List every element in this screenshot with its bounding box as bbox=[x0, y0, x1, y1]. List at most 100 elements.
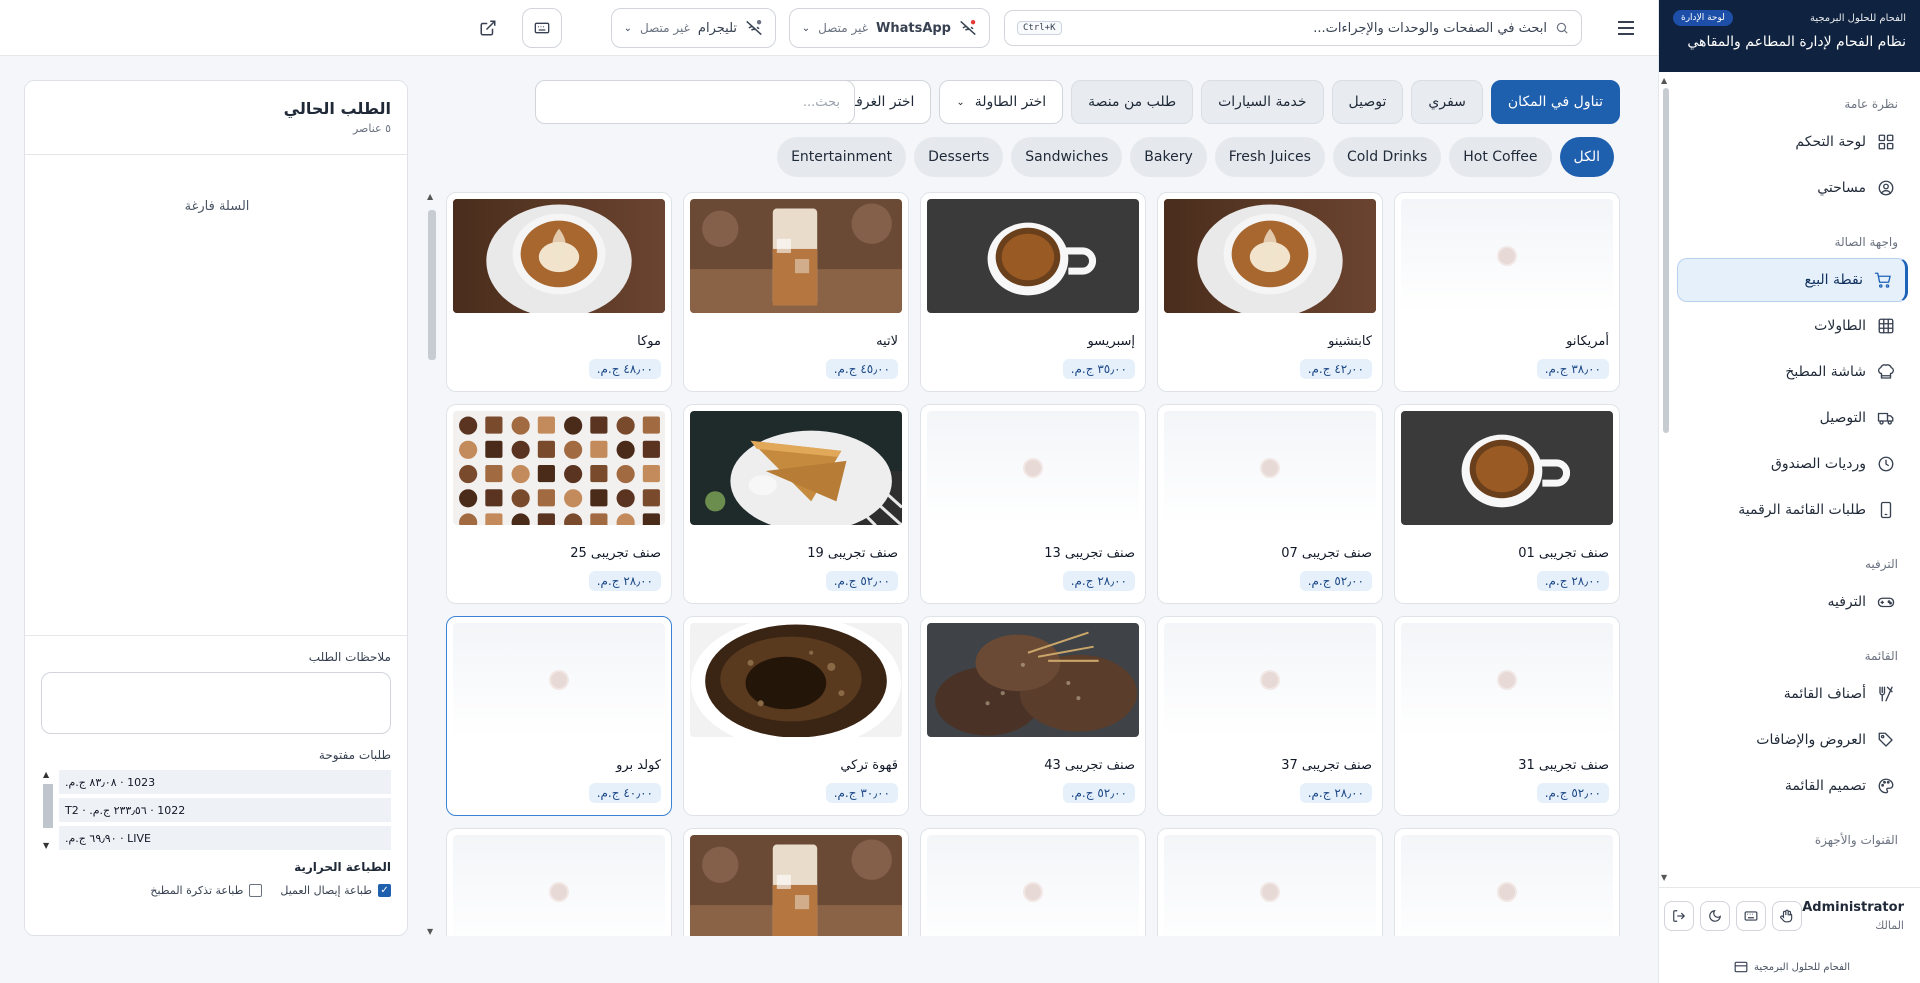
sidebar-item-label: وردیات الصندوق bbox=[1770, 456, 1866, 472]
keyboard-button[interactable] bbox=[1736, 901, 1767, 931]
sidebar-item[interactable]: شاشة المطبخ bbox=[1677, 350, 1908, 394]
palette-icon bbox=[1876, 776, 1896, 796]
product-name: صنف تجريبى 13 bbox=[1044, 546, 1135, 561]
product-price: ٢٨٫٠٠ ج.م. bbox=[588, 571, 661, 591]
global-search-input[interactable]: ابحث في الصفحات والوحدات والإجراءات... C… bbox=[1004, 10, 1582, 46]
product-image bbox=[690, 199, 902, 313]
moon-icon bbox=[1709, 910, 1722, 922]
product-card[interactable]: أمريكانو ٣٨٫٠٠ ج.م. bbox=[1394, 192, 1620, 392]
order-notes-input[interactable] bbox=[41, 672, 391, 734]
product-image bbox=[927, 835, 1139, 936]
product-card[interactable] bbox=[446, 828, 672, 936]
checkmark-icon: ✓ bbox=[378, 884, 391, 897]
open-orders-scrollbar[interactable]: ▲ ▼ bbox=[41, 770, 55, 850]
product-image bbox=[1401, 835, 1613, 936]
product-card[interactable] bbox=[683, 828, 909, 936]
chevron-down-icon: ⌄ bbox=[956, 96, 965, 108]
dashboard-icon bbox=[1876, 132, 1896, 152]
keyboard-icon bbox=[1744, 911, 1758, 921]
dark-mode-button[interactable] bbox=[1700, 901, 1731, 931]
sidebar-item[interactable]: طلبات القائمة الرقمية bbox=[1677, 488, 1908, 532]
menu-toggle-button[interactable] bbox=[1612, 14, 1640, 42]
order-type-delivery[interactable]: توصيل bbox=[1331, 80, 1404, 124]
sidebar-footer: Administrator المالك الفحام للحلول البرم… bbox=[1659, 887, 1920, 983]
product-card[interactable]: صنف تجريبى 37 ٢٨٫٠٠ ج.م. bbox=[1157, 616, 1383, 816]
sidebar-item[interactable]: أصناف القائمة bbox=[1677, 672, 1908, 716]
product-card[interactable]: صنف تجريبى 25 ٢٨٫٠٠ ج.م. bbox=[446, 404, 672, 604]
category-tab[interactable]: Entertainment bbox=[777, 137, 907, 177]
product-card[interactable]: صنف تجريبى 43 ٥٢٫٠٠ ج.م. bbox=[920, 616, 1146, 816]
product-name: صنف تجريبى 19 bbox=[807, 546, 898, 561]
chevron-down-icon: ⌄ bbox=[801, 22, 811, 34]
sidebar-item[interactable]: تصميم القائمة bbox=[1677, 764, 1908, 808]
admin-badge[interactable]: لوحة الإدارة bbox=[1673, 10, 1733, 26]
product-card[interactable]: إسبريسو ٣٥٫٠٠ ج.م. bbox=[920, 192, 1146, 392]
sidebar-item[interactable]: نقطة البيع bbox=[1677, 258, 1908, 302]
product-grid-scrollbar[interactable]: ▲ ▼ bbox=[426, 192, 438, 936]
product-card[interactable] bbox=[1157, 828, 1383, 936]
open-order-item[interactable]: 1022 · ٢٣٣٫٥٦ ج.م. · T2 bbox=[59, 798, 391, 822]
order-type-takeaway[interactable]: سفري bbox=[1411, 80, 1483, 124]
tag-icon bbox=[1876, 730, 1896, 750]
product-card[interactable]: كولد برو ٤٠٫٠٠ ج.م. bbox=[446, 616, 672, 816]
category-tab[interactable]: Fresh Juices bbox=[1214, 137, 1325, 177]
sidebar-item[interactable]: لوحة التحكم bbox=[1677, 120, 1908, 164]
sidebar-item[interactable]: العروض والإضافات bbox=[1677, 718, 1908, 762]
product-grid-wrapper: أمريكانو ٣٨٫٠٠ ج.م. كابتشينو ٤٢٫٠٠ ج.م. إسبر… bbox=[420, 192, 1620, 936]
whatsapp-status-button[interactable]: WhatsApp غير متصل ⌄ bbox=[788, 8, 990, 48]
sidebar-item-label: الترفيه bbox=[1827, 594, 1866, 610]
sidebar-item-label: الطاولات bbox=[1814, 318, 1866, 334]
category-tab[interactable]: Sandwiches bbox=[1011, 137, 1123, 177]
category-tab[interactable]: Hot Coffee bbox=[1449, 137, 1552, 177]
product-card[interactable]: صنف تجريبى 19 ٥٢٫٠٠ ج.م. bbox=[683, 404, 909, 604]
product-card[interactable]: صنف تجريبى 13 ٢٨٫٠٠ ج.م. bbox=[920, 404, 1146, 604]
sidebar-scrollbar[interactable]: ▲ ▼ bbox=[1661, 76, 1671, 882]
category-tab[interactable]: الكل bbox=[1559, 137, 1614, 177]
open-order-item[interactable]: LIVE · ٦٩٫٩٠ ج.م. bbox=[59, 826, 391, 850]
sidebar-item[interactable]: وردیات الصندوق bbox=[1677, 442, 1908, 486]
sidebar-item[interactable]: الطاولات bbox=[1677, 304, 1908, 348]
product-image bbox=[1164, 835, 1376, 936]
product-card[interactable]: موكا ٤٨٫٠٠ ج.م. bbox=[446, 192, 672, 392]
touch-mode-button[interactable] bbox=[1772, 901, 1803, 931]
product-image bbox=[1164, 623, 1376, 737]
keyboard-shortcuts-button[interactable] bbox=[522, 8, 562, 48]
order-type-car-service[interactable]: خدمة السيارات bbox=[1201, 80, 1324, 124]
logout-button[interactable] bbox=[1664, 901, 1695, 931]
keyboard-icon bbox=[534, 22, 550, 34]
category-tab[interactable]: Desserts bbox=[914, 137, 1004, 177]
print-receipt-checkbox[interactable]: ✓ طباعة إيصال العميل bbox=[280, 884, 391, 897]
search-shortcut: Ctrl+K bbox=[1017, 21, 1062, 35]
user-name: Administrator bbox=[1802, 900, 1904, 915]
print-kitchen-checkbox[interactable]: طباعة تذكرة المطبخ bbox=[150, 884, 263, 897]
product-card[interactable]: قهوة تركي ٣٠٫٠٠ ج.م. bbox=[683, 616, 909, 816]
product-card[interactable]: لاتيه ٤٥٫٠٠ ج.م. bbox=[683, 192, 909, 392]
sidebar-item[interactable]: الترفيه bbox=[1677, 580, 1908, 624]
order-type-bar: تناول في المكان سفري توصيل خدمة السيارات… bbox=[757, 80, 1620, 124]
wifi-off-icon bbox=[746, 20, 762, 36]
product-card[interactable]: صنف تجريبى 07 ٥٢٫٠٠ ج.م. bbox=[1157, 404, 1383, 604]
sidebar-item[interactable]: مساحتي bbox=[1677, 166, 1908, 210]
product-price: ٤٠٫٠٠ ج.م. bbox=[588, 783, 661, 803]
category-tab[interactable]: Bakery bbox=[1130, 137, 1207, 177]
product-image bbox=[927, 623, 1139, 737]
category-tab[interactable]: Cold Drinks bbox=[1332, 137, 1442, 177]
product-card[interactable] bbox=[920, 828, 1146, 936]
open-order-item[interactable]: 1023 · ٨٣٫٠٨ ج.م. bbox=[59, 770, 391, 794]
product-search-input[interactable]: بحث... bbox=[535, 80, 855, 124]
product-grid: أمريكانو ٣٨٫٠٠ ج.م. كابتشينو ٤٢٫٠٠ ج.م. إسبر… bbox=[420, 192, 1620, 936]
product-card[interactable]: صنف تجريبى 01 ٢٨٫٠٠ ج.م. bbox=[1394, 404, 1620, 604]
open-external-button[interactable] bbox=[468, 8, 508, 48]
order-type-dine-in[interactable]: تناول في المكان bbox=[1490, 80, 1620, 124]
order-type-platform[interactable]: طلب من منصة bbox=[1071, 80, 1194, 124]
product-card[interactable]: كابتشينو ٤٢٫٠٠ ج.م. bbox=[1157, 192, 1383, 392]
wifi-off-icon bbox=[960, 20, 976, 36]
hand-icon bbox=[1780, 909, 1793, 923]
table-select[interactable]: اختر الطاولة ⌄ bbox=[939, 80, 1064, 124]
product-price: ٢٨٫٠٠ ج.م. bbox=[1299, 783, 1372, 803]
product-card[interactable] bbox=[1394, 828, 1620, 936]
telegram-status-button[interactable]: تليجرام غير متصل ⌄ bbox=[610, 8, 776, 48]
search-icon bbox=[1556, 22, 1568, 34]
sidebar-item[interactable]: التوصيل bbox=[1677, 396, 1908, 440]
product-card[interactable]: صنف تجريبى 31 ٥٢٫٠٠ ج.م. bbox=[1394, 616, 1620, 816]
